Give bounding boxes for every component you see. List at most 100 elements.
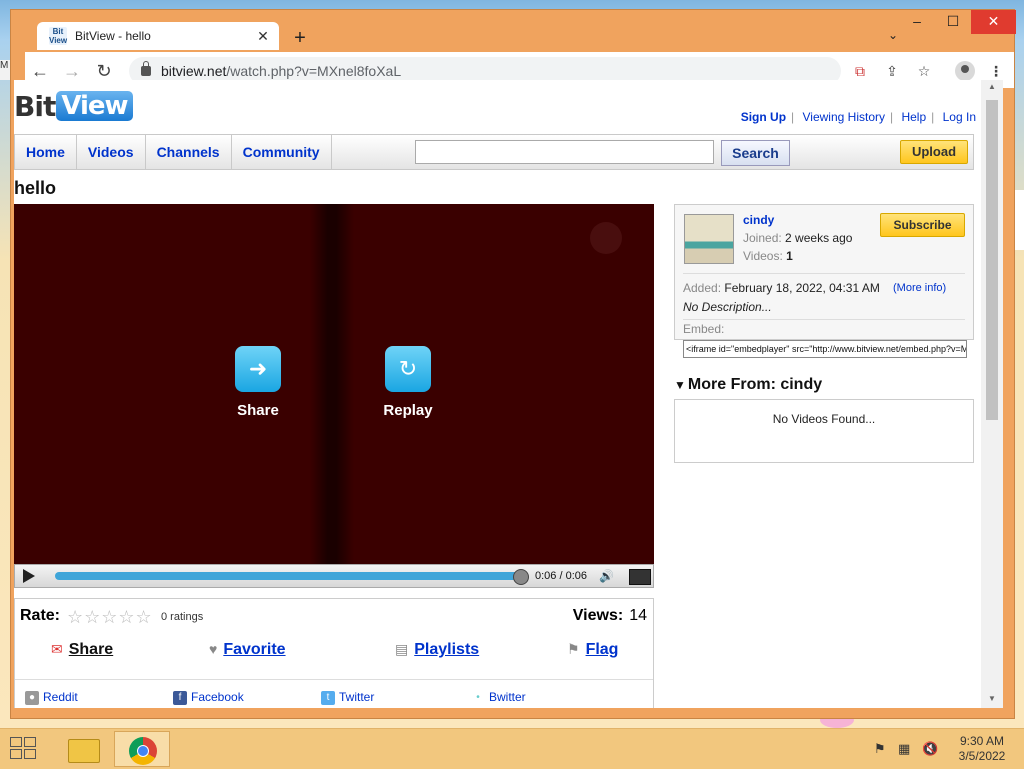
- channel-video-count: Videos: 1: [743, 249, 793, 263]
- share-icon[interactable]: ⇪: [883, 62, 901, 80]
- subscribe-button[interactable]: Subscribe: [880, 213, 965, 237]
- file-explorer-taskbar-button[interactable]: [54, 731, 110, 767]
- web-page: Bit View Sign Up | Viewing History | Help | …: [14, 80, 981, 708]
- video-info-box: Rate: ☆☆☆☆☆ 0 ratings Views: 14 ✉ Share ♥ F…: [14, 598, 654, 708]
- upload-button[interactable]: Upload: [900, 140, 968, 164]
- video-title: hello: [14, 178, 57, 198]
- time-display: 0:06 / 0:06: [535, 570, 587, 582]
- taskbar: ⚑ ▦ 🔇 9:30 AM 3/5/2022: [0, 728, 1024, 769]
- popup-blocked-icon[interactable]: ⧉: [851, 62, 869, 80]
- system-clock[interactable]: 9:30 AM 3/5/2022: [954, 734, 1010, 764]
- channel-name-link[interactable]: cindy: [743, 213, 774, 227]
- scroll-down-icon[interactable]: ▼: [986, 694, 998, 706]
- ratings-count: 0 ratings: [161, 611, 204, 623]
- heart-icon: ♥: [209, 641, 218, 657]
- facebook-icon: f: [173, 690, 187, 705]
- play-icon[interactable]: [23, 569, 35, 583]
- replay-icon: ↻: [385, 346, 431, 392]
- reddit-link[interactable]: ● Reddit: [25, 690, 78, 705]
- page-scrollbar[interactable]: ▲ ▼: [981, 80, 1003, 708]
- overlay-share-button[interactable]: ➜ Share: [218, 346, 298, 419]
- channel-avatar[interactable]: [684, 214, 734, 264]
- desktop-icon-peek: M: [0, 60, 10, 80]
- channel-joined: Joined: 2 weeks ago: [743, 231, 853, 245]
- volume-muted-tray-icon[interactable]: 🔇: [922, 741, 938, 757]
- video-description: No Description...: [683, 300, 772, 314]
- flag-icon: ⚑: [567, 641, 580, 657]
- new-tab-plus-icon[interactable]: +: [289, 28, 311, 50]
- channel-info-box: cindy Joined: 2 weeks ago Videos: 1 Subs…: [674, 204, 974, 358]
- scroll-thumb[interactable]: [986, 100, 998, 420]
- bitview-favicon-icon: Bit View: [49, 27, 68, 45]
- player-controls: 0:06 / 0:06 🔊: [14, 564, 654, 588]
- windows-start-icon[interactable]: [10, 737, 38, 761]
- facebook-link[interactable]: f Facebook: [173, 690, 244, 705]
- tab-title: BitView - hello: [75, 29, 151, 43]
- progress-bar[interactable]: [55, 572, 521, 580]
- profile-avatar-icon[interactable]: [955, 61, 975, 81]
- maximize-button[interactable]: ☐: [935, 10, 971, 34]
- lock-icon[interactable]: [141, 61, 151, 76]
- site-navbar: Home Videos Channels Community Search Up…: [14, 134, 974, 170]
- video-frame: [310, 204, 354, 564]
- rate-label: Rate:: [20, 607, 61, 624]
- chrome-taskbar-button[interactable]: [114, 731, 170, 767]
- network-tray-icon[interactable]: ▦: [898, 741, 910, 757]
- scroll-up-icon[interactable]: ▲: [986, 82, 998, 94]
- search-button[interactable]: Search: [721, 140, 790, 166]
- bwitter-icon: •: [471, 690, 485, 705]
- embed-label: Embed:: [683, 322, 725, 336]
- flag-tray-icon[interactable]: ⚑: [874, 741, 886, 757]
- fullscreen-icon[interactable]: [629, 569, 651, 585]
- sign-up-link[interactable]: Sign Up: [736, 110, 791, 124]
- flag-action[interactable]: ⚑ Flag: [567, 641, 618, 659]
- more-from-box: No Videos Found...: [674, 399, 974, 463]
- url-text: bitview.net/watch.php?v=MXnel8foXaL: [161, 63, 402, 79]
- tab-search-chevron-icon[interactable]: ⌄: [888, 28, 898, 42]
- twitter-icon: t: [321, 690, 335, 705]
- share-envelope-icon: ✉: [51, 641, 63, 657]
- search-input[interactable]: [415, 140, 714, 164]
- chrome-icon: [129, 737, 157, 765]
- minimize-button[interactable]: –: [899, 10, 935, 34]
- more-from-header[interactable]: ▼ More From: cindy: [674, 376, 822, 394]
- nav-community[interactable]: Community: [232, 135, 332, 169]
- viewing-history-link[interactable]: Viewing History: [798, 110, 890, 124]
- divider: [683, 273, 965, 274]
- rating-stars[interactable]: ☆☆☆☆☆: [67, 607, 153, 628]
- playlist-icon: ▤: [395, 641, 409, 657]
- close-window-button[interactable]: ✕: [971, 10, 1016, 34]
- top-links: Sign Up | Viewing History | Help | Log In: [736, 110, 981, 124]
- desktop-window-peek: [1014, 190, 1024, 250]
- added-date: Added: February 18, 2022, 04:31 AM: [683, 281, 880, 295]
- log-in-link[interactable]: Log In: [938, 110, 981, 124]
- collapse-triangle-icon: ▼: [674, 378, 686, 392]
- more-info-link[interactable]: (More info): [893, 282, 946, 294]
- watermark-logo-icon: [590, 222, 622, 254]
- playlists-action[interactable]: ▤ Playlists: [395, 641, 479, 659]
- no-videos-message: No Videos Found...: [772, 412, 876, 426]
- tab-close-icon[interactable]: ✕: [253, 26, 273, 46]
- social-share-row: ● Reddit f Facebook t Twitter • Bwitter: [15, 679, 653, 708]
- help-link[interactable]: Help: [896, 110, 931, 124]
- views-count: Views: 14: [572, 607, 647, 624]
- folder-icon: [68, 739, 100, 763]
- twitter-link[interactable]: t Twitter: [321, 690, 374, 705]
- bitview-logo[interactable]: Bit View: [14, 90, 133, 123]
- nav-home[interactable]: Home: [15, 135, 77, 169]
- favorite-action[interactable]: ♥ Favorite: [209, 641, 286, 659]
- progress-knob[interactable]: [513, 569, 529, 585]
- overlay-replay-button[interactable]: ↻ Replay: [368, 346, 448, 419]
- menu-kebab-icon[interactable]: ⋮: [987, 62, 1005, 80]
- share-action[interactable]: ✉ Share: [51, 641, 113, 659]
- reddit-icon: ●: [25, 690, 39, 705]
- nav-channels[interactable]: Channels: [146, 135, 232, 169]
- bookmark-star-icon[interactable]: ☆: [915, 62, 933, 80]
- video-player[interactable]: ➜ Share ↻ Replay: [14, 204, 654, 564]
- share-user-icon: ➜: [235, 346, 281, 392]
- embed-code-field[interactable]: <iframe id="embedplayer" src="http://www…: [683, 340, 967, 358]
- tab-bitview[interactable]: Bit View BitView - hello ✕: [37, 22, 279, 50]
- nav-videos[interactable]: Videos: [77, 135, 146, 169]
- volume-icon[interactable]: 🔊: [599, 569, 614, 583]
- bwitter-link[interactable]: • Bwitter: [471, 690, 526, 705]
